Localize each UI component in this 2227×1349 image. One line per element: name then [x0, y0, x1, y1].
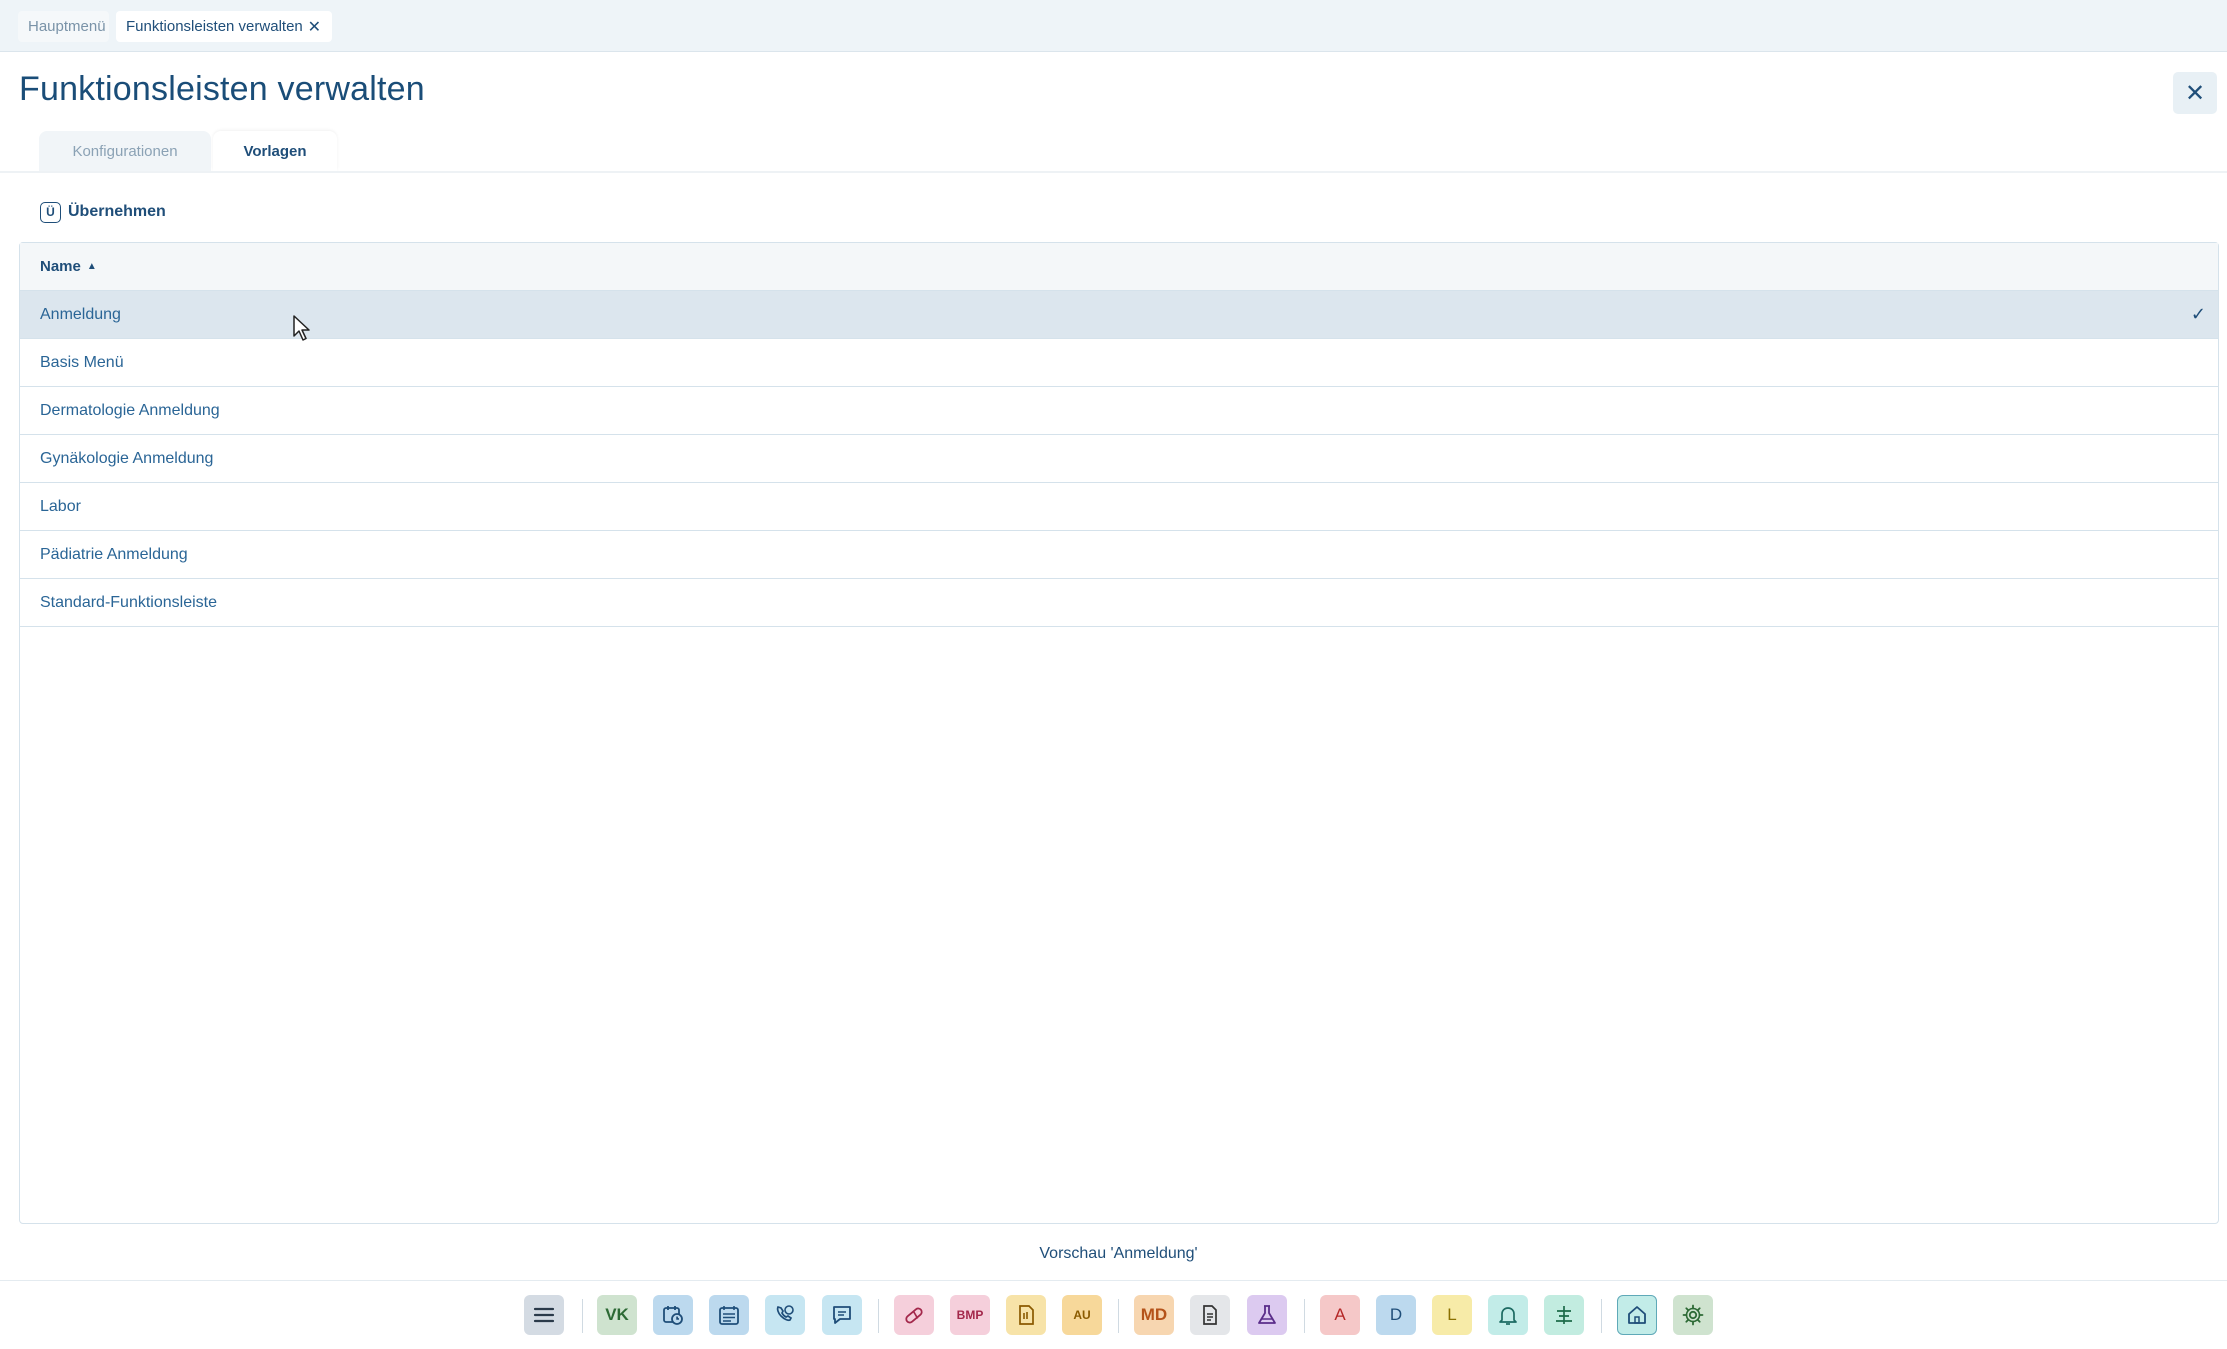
workflow-icon — [1556, 1306, 1572, 1324]
certificate-button[interactable] — [1006, 1295, 1046, 1335]
table-row[interactable]: Dermatologie Anmeldung — [20, 387, 2218, 435]
tab-vorlagen[interactable]: Vorlagen — [213, 131, 337, 171]
templates-table: Name ▲ Anmeldung ✓ Basis Menü Dermatolog… — [19, 242, 2219, 1224]
table-header-name[interactable]: Name ▲ — [20, 243, 2218, 291]
hamburger-menu-icon — [533, 1307, 555, 1323]
toolbar-separator — [1304, 1299, 1305, 1333]
vk-label: VK — [605, 1305, 629, 1324]
l-button[interactable]: L — [1432, 1295, 1472, 1335]
vk-button[interactable]: VK — [597, 1295, 637, 1335]
column-header-label: Name — [40, 258, 81, 275]
row-name: Dermatologie Anmeldung — [40, 401, 220, 419]
close-button[interactable]: ✕ — [2173, 72, 2217, 114]
uebernehmen-label: Übernehmen — [68, 203, 166, 220]
table-row[interactable]: Anmeldung ✓ — [20, 291, 2218, 339]
chat-icon — [833, 1306, 851, 1324]
sort-ascending-icon: ▲ — [86, 261, 97, 272]
au-button[interactable]: AU — [1062, 1295, 1102, 1335]
file-button[interactable] — [1190, 1295, 1230, 1335]
row-name: Anmeldung — [40, 305, 121, 323]
settings-button[interactable] — [1673, 1295, 1713, 1335]
gear-icon — [1682, 1304, 1704, 1326]
phone-button[interactable] — [765, 1295, 805, 1335]
close-icon: ✕ — [2184, 79, 2206, 107]
row-name: Gynäkologie Anmeldung — [40, 449, 214, 467]
top-tab-label: Funktionsleisten verwalten — [126, 18, 303, 35]
top-tab-label: Hauptmenü — [28, 18, 106, 35]
message-button[interactable] — [822, 1295, 862, 1335]
table-row[interactable]: Basis Menü — [20, 339, 2218, 387]
row-name: Basis Menü — [40, 353, 124, 371]
table-row[interactable]: Standard-Funktionsleiste — [20, 579, 2218, 627]
toolbar-separator — [1601, 1299, 1602, 1333]
row-name: Labor — [40, 497, 81, 515]
notification-button[interactable] — [1488, 1295, 1528, 1335]
top-tab-hauptmenue[interactable]: Hauptmenü — [18, 11, 109, 42]
home-button[interactable] — [1617, 1295, 1657, 1335]
md-label: MD — [1140, 1305, 1168, 1324]
divider — [0, 171, 2227, 173]
checkmark-icon: ✓ — [2190, 304, 2206, 324]
file-icon — [1203, 1305, 1217, 1325]
pill-icon — [905, 1307, 923, 1324]
l-label: L — [1447, 1305, 1457, 1324]
tab-konfigurationen[interactable]: Konfigurationen — [39, 131, 211, 171]
bell-icon — [1499, 1307, 1517, 1325]
function-toolbar: VK BMP AU MD A D L — [0, 1280, 2227, 1349]
mouse-cursor-icon — [293, 315, 310, 341]
calendar-clock-button[interactable] — [653, 1295, 693, 1335]
workflow-button[interactable] — [1544, 1295, 1584, 1335]
uebernehmen-icon: Ü — [40, 201, 61, 223]
top-tab-funktionsleisten[interactable]: Funktionsleisten verwalten ✕ — [116, 11, 332, 42]
table-row[interactable]: Labor — [20, 483, 2218, 531]
au-label: AU — [1073, 1308, 1091, 1322]
bmp-button[interactable]: BMP — [950, 1295, 990, 1335]
d-label: D — [1389, 1305, 1403, 1324]
calendar-list-icon — [719, 1306, 739, 1325]
calendar-clock-icon — [663, 1306, 683, 1325]
table-row[interactable]: Gynäkologie Anmeldung — [20, 435, 2218, 483]
document-icon — [1019, 1305, 1034, 1325]
top-tab-strip: Hauptmenü Funktionsleisten verwalten ✕ — [0, 0, 2227, 52]
preview-label: Vorschau 'Anmeldung' — [1039, 1245, 1198, 1262]
d-button[interactable]: D — [1376, 1295, 1416, 1335]
page-title: Funktionsleisten verwalten — [19, 70, 425, 108]
phone-icon — [776, 1305, 794, 1322]
a-label: A — [1334, 1305, 1346, 1324]
row-name: Standard-Funktionsleiste — [40, 593, 217, 611]
flask-icon — [1258, 1305, 1276, 1324]
home-icon — [1628, 1306, 1646, 1324]
uebernehmen-button[interactable]: Ü Übernehmen — [40, 200, 166, 224]
table-row[interactable]: Pädiatrie Anmeldung — [20, 531, 2218, 579]
toolbar-separator — [582, 1299, 583, 1333]
a-button[interactable]: A — [1320, 1295, 1360, 1335]
lab-button[interactable] — [1247, 1295, 1287, 1335]
calendar-list-button[interactable] — [709, 1295, 749, 1335]
toolbar-separator — [878, 1299, 879, 1333]
md-button[interactable]: MD — [1134, 1295, 1174, 1335]
close-icon[interactable]: ✕ — [308, 17, 321, 37]
bmp-label: BMP — [956, 1308, 984, 1322]
row-name: Pädiatrie Anmeldung — [40, 545, 188, 563]
medication-button[interactable] — [894, 1295, 934, 1335]
menu-button[interactable] — [524, 1295, 564, 1335]
toolbar-separator — [1118, 1299, 1119, 1333]
